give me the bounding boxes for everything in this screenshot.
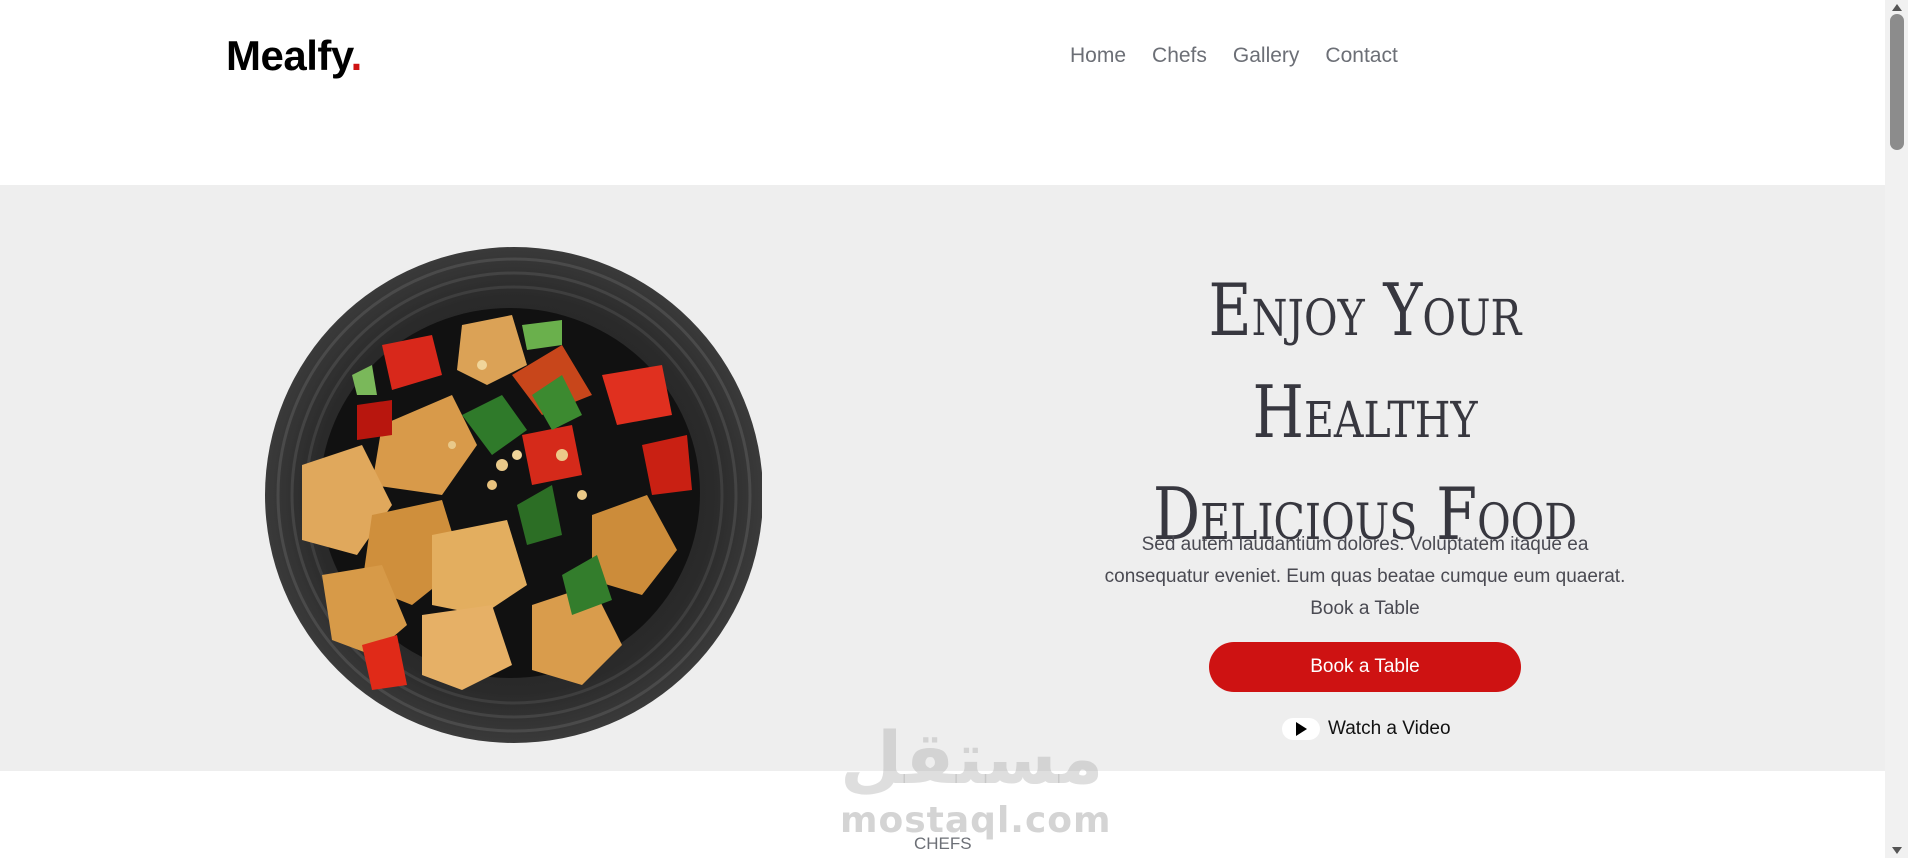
food-plate-image bbox=[262, 245, 763, 745]
hero-title-line-1: Enjoy Your Healthy bbox=[1208, 268, 1522, 454]
scroll-down-icon[interactable] bbox=[1892, 847, 1902, 854]
watermark-arabic: مستقل bbox=[840, 716, 1104, 800]
watermark-latin: mostaql.com bbox=[840, 800, 1112, 841]
nav-chefs[interactable]: Chefs bbox=[1152, 44, 1207, 68]
hero-section: Enjoy Your Healthy Delicious Food Sed au… bbox=[0, 185, 1885, 771]
watch-video-link[interactable]: Watch a Video bbox=[1282, 718, 1451, 740]
watch-video-label: Watch a Video bbox=[1328, 718, 1451, 739]
scroll-up-icon[interactable] bbox=[1892, 4, 1902, 11]
play-icon[interactable] bbox=[1282, 718, 1320, 740]
site-header: Mealfy. Home Chefs Gallery Contact bbox=[0, 0, 1885, 185]
logo[interactable]: Mealfy. bbox=[226, 32, 362, 80]
hero-title: Enjoy Your Healthy Delicious Food bbox=[1090, 259, 1639, 565]
hero-description: Sed autem laudantium dolores. Voluptatem… bbox=[1070, 529, 1660, 625]
book-table-button[interactable]: Book a Table bbox=[1209, 642, 1521, 692]
nav-gallery[interactable]: Gallery bbox=[1233, 44, 1300, 68]
hero-text-line-3: Book a Table bbox=[1310, 598, 1420, 619]
logo-dot: . bbox=[350, 32, 363, 79]
vertical-scrollbar[interactable] bbox=[1885, 0, 1908, 858]
hero-text-line-2: consequatur eveniet. Eum quas beatae cum… bbox=[1104, 566, 1626, 587]
logo-text: Mealfy bbox=[226, 32, 351, 79]
scrollbar-thumb[interactable] bbox=[1890, 14, 1904, 150]
section-label-chefs: CHEFS bbox=[914, 834, 972, 853]
nav-contact[interactable]: Contact bbox=[1325, 44, 1397, 68]
main-nav: Home Chefs Gallery Contact bbox=[1070, 44, 1398, 68]
nav-home[interactable]: Home bbox=[1070, 44, 1126, 68]
hero-text-line-1: Sed autem laudantium dolores. Voluptatem… bbox=[1141, 534, 1589, 555]
